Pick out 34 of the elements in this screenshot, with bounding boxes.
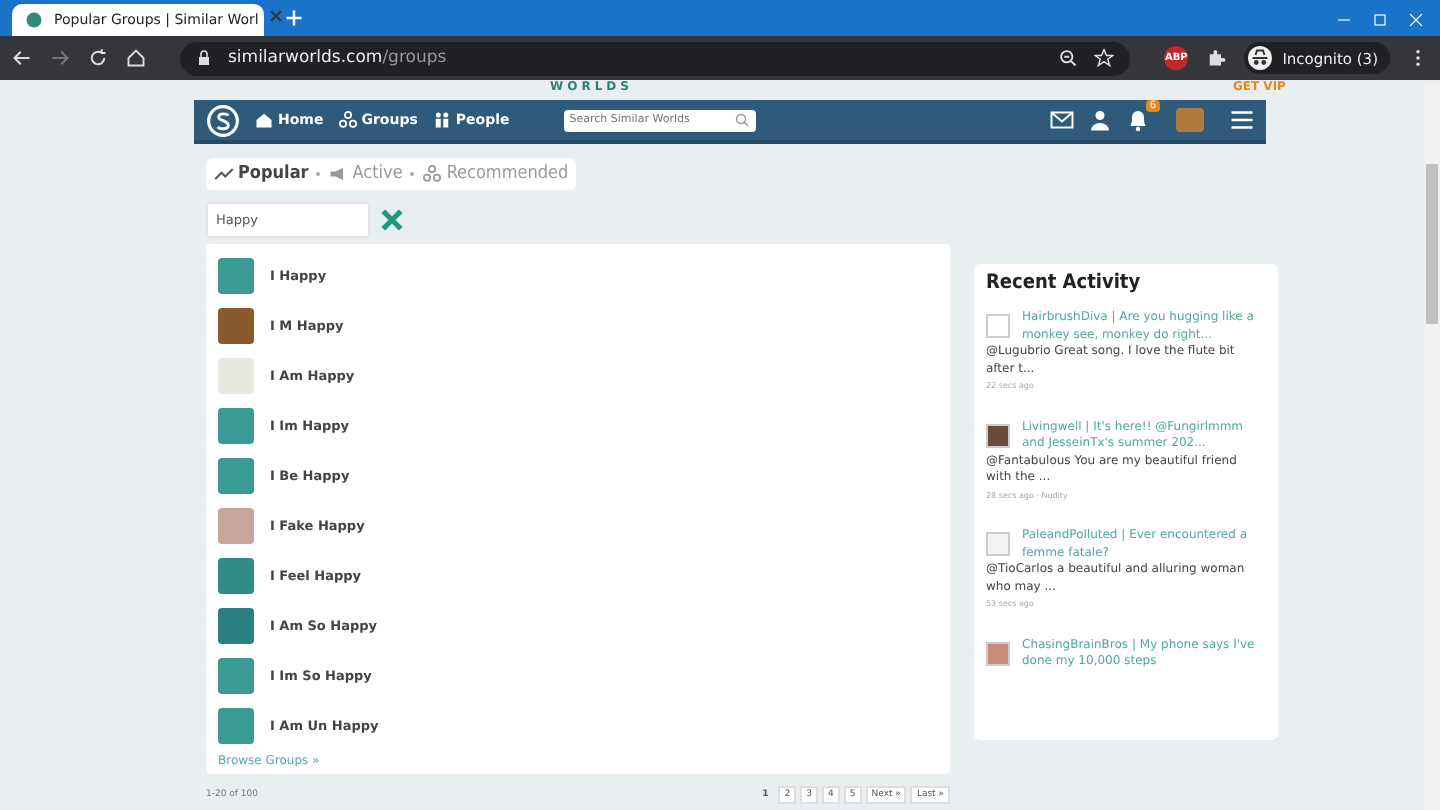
puzzle-icon[interactable] [1206, 48, 1227, 68]
scrollbar[interactable] [1424, 84, 1440, 810]
mail-icon[interactable] [1050, 108, 1074, 132]
plus-icon[interactable] [284, 8, 304, 28]
logo-icon[interactable] [206, 103, 240, 137]
reload-icon[interactable] [88, 48, 108, 68]
section-title: Recent Activity [986, 272, 1143, 294]
globe-icon[interactable] [24, 10, 44, 30]
filter-tab[interactable]: Popular [214, 164, 309, 184]
back-arrow-icon[interactable] [12, 48, 32, 68]
url-text: similarworlds.com/groups [228, 48, 447, 68]
maximize-icon[interactable] [1372, 12, 1388, 28]
forward-arrow-icon[interactable] [50, 48, 70, 68]
bell-icon[interactable] [1126, 108, 1150, 132]
close-icon[interactable] [268, 8, 285, 24]
trend-line-icon[interactable] [214, 164, 234, 184]
person-icon[interactable] [1088, 108, 1112, 132]
incognito-icon[interactable] [1248, 46, 1273, 70]
menu-icon[interactable] [1230, 108, 1254, 132]
star-icon[interactable] [1094, 48, 1115, 68]
separator-dot [316, 172, 321, 176]
separator-dot [410, 172, 415, 176]
user-avatar[interactable] [986, 423, 1010, 447]
address-bar[interactable]: similarworlds.com/groups [180, 41, 1131, 75]
lock-icon[interactable] [196, 50, 212, 66]
home-icon[interactable] [254, 110, 274, 130]
clear-x-icon[interactable] [378, 206, 406, 234]
zoom-out-icon[interactable] [1058, 48, 1079, 68]
people-icon[interactable] [431, 110, 452, 130]
groups-icon[interactable] [337, 110, 358, 130]
home-icon[interactable] [126, 48, 146, 68]
search-icon[interactable] [733, 112, 750, 128]
circles-icon[interactable] [422, 164, 443, 184]
megaphone-icon[interactable] [328, 164, 349, 184]
